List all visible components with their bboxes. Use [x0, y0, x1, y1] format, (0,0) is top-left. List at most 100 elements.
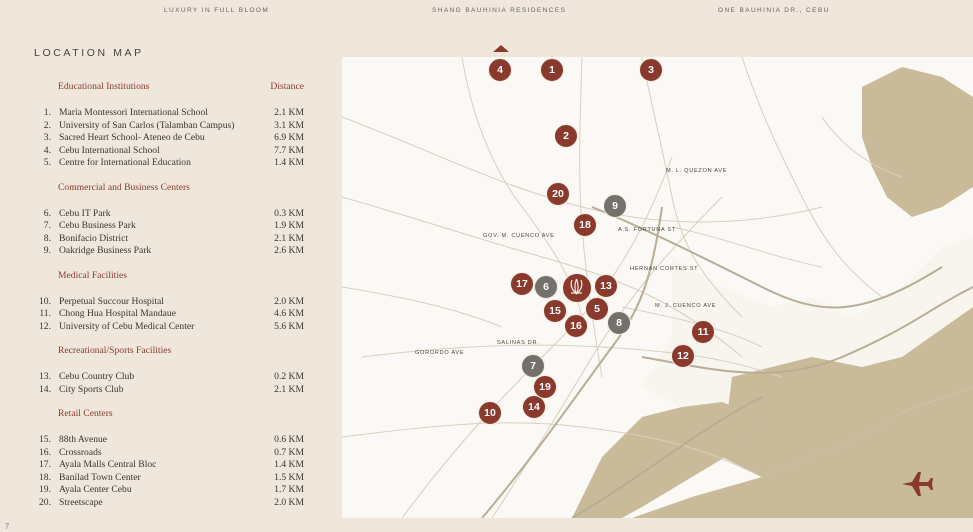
item-name: Centre for International Education [59, 157, 191, 168]
map-pin-19[interactable]: 19 [533, 375, 557, 399]
item-name: University of Cebu Medical Center [59, 320, 195, 332]
map-pin-6[interactable]: 6 [534, 275, 558, 299]
street-label: GORORDO AVE [415, 350, 465, 356]
item-name: Cebu Country Club [59, 371, 135, 382]
map-pin-17[interactable]: 17 [510, 272, 534, 296]
item-number: 2. [43, 119, 51, 131]
item-distance: 2.1 KM [274, 107, 304, 118]
item-name: Maria Montessori International School [59, 107, 208, 118]
item-name: Bonifacio District [59, 232, 129, 244]
section-header: Retail Centers [30, 408, 312, 422]
item-distance: 6.9 KM [274, 132, 304, 143]
item-number: 6. [43, 207, 51, 219]
distance-header: Distance [270, 81, 304, 92]
item-name: Chong Hua Hospital Mandaue [59, 308, 176, 319]
list-item: 17. Ayala Malls Central Bloc 1.4 KM [30, 459, 312, 472]
section-category: Medical Facilities [58, 269, 128, 281]
item-name: 88th Avenue [59, 434, 108, 445]
list-item: 20. Streetscape 2.0 KM [30, 497, 312, 510]
item-name: Cebu Business Park [59, 220, 136, 231]
section-header: Commercial and Business Centers [30, 182, 312, 196]
section-category: Educational Institutions [58, 81, 150, 92]
location-map [342, 57, 973, 518]
list-item: 16. Crossroads 0.7 KM [30, 447, 312, 460]
item-distance: 1.7 KM [274, 484, 304, 495]
street-label: M. L. QUEZON AVE [666, 168, 728, 174]
item-number: 18. [39, 471, 51, 483]
item-distance: 2.6 KM [274, 245, 304, 256]
list-section: Medical Facilities 10. Perpetual Succour H… [30, 270, 312, 334]
item-number: 16. [39, 446, 51, 458]
item-number: 20. [39, 496, 51, 508]
item-name: Cebu International School [59, 144, 160, 156]
item-distance: 2.1 KM [274, 232, 304, 244]
list-item: 7. Cebu Business Park 1.9 KM [30, 220, 312, 233]
list-item: 8. Bonifacio District 2.1 KM [30, 233, 312, 246]
map-pin-9[interactable]: 9 [603, 194, 627, 218]
list-item: 13. Cebu Country Club 0.2 KM [30, 371, 312, 384]
page-number: 7 [5, 522, 9, 531]
item-distance: 1.5 KM [274, 471, 304, 483]
list-item: 3. Sacred Heart School- Ateneo de Cebu 6.9… [30, 132, 312, 145]
map-pin-20[interactable]: 20 [546, 182, 570, 206]
item-number: 1. [43, 107, 51, 118]
list-item: 11. Chong Hua Hospital Mandaue 4.6 KM [30, 308, 312, 321]
item-distance: 4.6 KM [274, 308, 304, 319]
list-item: 1. Maria Montessori International School 2… [30, 107, 312, 120]
section-category: Retail Centers [58, 408, 113, 419]
street-label: HERNAN CORTES ST [630, 266, 699, 272]
item-distance: 2.0 KM [274, 496, 304, 508]
street-label: A.S. FORTUNA ST [618, 227, 676, 233]
item-name: Ayala Malls Central Bloc [59, 459, 157, 470]
item-number: 15. [39, 434, 51, 445]
item-number: 12. [39, 320, 51, 332]
list-item: 6. Cebu IT Park 0.3 KM [30, 208, 312, 221]
list-item: 12. University of Cebu Medical Center 5.6 … [30, 321, 312, 334]
section-category: Recreational/Sports Facilities [58, 345, 172, 356]
section-category: Commercial and Business Centers [58, 181, 190, 193]
map-pin-10[interactable]: 10 [478, 401, 502, 425]
map-pin-8[interactable]: 8 [607, 311, 631, 335]
item-number: 8. [43, 232, 51, 244]
item-number: 14. [39, 383, 51, 395]
map-pin-18[interactable]: 18 [573, 213, 597, 237]
item-distance: 3.1 KM [274, 119, 304, 131]
list-section: Retail Centers 15. 88th Avenue 0.6 KM 16. Cro… [30, 408, 312, 509]
section-header: Medical Facilities [30, 270, 312, 284]
list-section: Educational Institutions Distance 1. Maria … [30, 81, 312, 170]
map-pin-11[interactable]: 11 [691, 320, 715, 344]
list-item: 2. University of San Carlos (Talamban Cam… [30, 120, 312, 133]
street-label: GOV. M. CUENCO AVE [483, 233, 555, 239]
header-address: ONE BAUHINIA DR., CEBU [718, 7, 830, 14]
item-distance: 0.2 KM [274, 371, 304, 382]
map-pin-13[interactable]: 13 [594, 274, 618, 298]
item-number: 7. [43, 220, 51, 231]
map-pin-2[interactable]: 2 [554, 124, 578, 148]
item-distance: 5.6 KM [274, 320, 304, 332]
item-name: Banilad Town Center [59, 471, 141, 483]
list-item: 10. Perpetual Succour Hospital 2.0 KM [30, 296, 312, 309]
map-pin-12[interactable]: 12 [671, 344, 695, 368]
list-item: 14. City Sports Club 2.1 KM [30, 384, 312, 397]
map-pin-15[interactable]: 15 [543, 299, 567, 323]
list-item: 15. 88th Avenue 0.6 KM [30, 434, 312, 447]
map-pin-16[interactable]: 16 [564, 314, 588, 338]
item-distance: 2.1 KM [274, 383, 304, 395]
item-number: 5. [43, 157, 51, 168]
page-title: LOCATION MAP [34, 47, 144, 59]
location-list: Educational Institutions Distance 1. Maria … [30, 81, 312, 521]
item-name: Ayala Center Cebu [59, 484, 132, 495]
map-pin-3[interactable]: 3 [639, 58, 663, 82]
item-number: 17. [39, 459, 51, 470]
item-distance: 0.3 KM [274, 207, 304, 219]
list-section: Recreational/Sports Facilities 13. Cebu Co… [30, 345, 312, 396]
street-label: SALINAS DR. [497, 340, 540, 346]
item-name: City Sports Club [59, 383, 124, 395]
map-pointer-marker [493, 45, 509, 52]
map-pin-1[interactable]: 1 [540, 58, 564, 82]
section-header: Recreational/Sports Facilities [30, 345, 312, 359]
item-number: 3. [43, 132, 51, 143]
map-pin-4[interactable]: 4 [488, 58, 512, 82]
list-item: 9. Oakridge Business Park 2.6 KM [30, 245, 312, 258]
bauhinia-logo-icon [562, 273, 592, 303]
